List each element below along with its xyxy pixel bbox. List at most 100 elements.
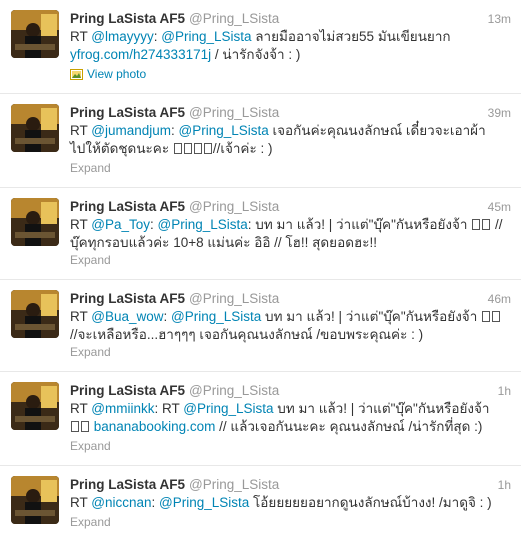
mention-link[interactable]: @Pring_LSista [158,217,248,232]
tweet-body: บท มา แล้ว! | ว่าแต่"บุ๊ค"กันหรือยังจ้า [261,309,482,324]
username[interactable]: @Pring_LSista [189,11,279,26]
tweet-body: บุ๊คทุกรอบแล้วค่ะ 10+8 แม่นค่ะ อิอิ // โ… [70,235,377,250]
tweet-body: //จะเหลือหรือ...ฮาๆๆๆ เจอกันคุณนงลักษณ์ … [70,327,424,342]
avatar[interactable] [11,476,59,524]
retweet-prefix: RT [70,217,88,232]
tweet-text: RT @Pa_Toy: @Pring_LSista: บท มา แล้ว! |… [70,216,512,252]
retweet-prefix: RT [70,29,88,44]
tweet-item[interactable]: Pring LaSista AF5 @Pring_LSista 46m RT @B… [0,280,521,372]
expand-link[interactable]: Expand [70,344,111,360]
tweet-header: Pring LaSista AF5 @Pring_LSista 45m [70,198,511,216]
avatar[interactable] [11,104,59,152]
profile-avatar-icon [11,104,59,152]
profile-avatar-icon [11,382,59,430]
tweet-header: Pring LaSista AF5 @Pring_LSista 13m [70,10,511,28]
view-photo-action[interactable]: View photo [70,66,146,82]
avatar[interactable] [11,198,59,246]
display-name[interactable]: Pring LaSista AF5 [70,11,185,26]
avatar[interactable] [11,290,59,338]
tweet-header: Pring LaSista AF5 @Pring_LSista 46m [70,290,511,308]
display-name[interactable]: Pring LaSista AF5 [70,477,185,492]
photo-icon [70,69,83,80]
timestamp[interactable]: 13m [488,10,511,28]
tweet-text: RT @lmayyyy: @Pring_LSista ลายมืออาจไม่ส… [70,28,512,64]
tweet-text: RT @niccnan: @Pring_LSista โอ้ยยยยยอยากด… [70,494,512,512]
username[interactable]: @Pring_LSista [189,383,279,398]
profile-avatar-icon [11,198,59,246]
missing-glyph-box [482,311,491,322]
missing-glyph-box [482,219,491,230]
text-separator: : [150,217,158,232]
timestamp[interactable]: 1h [498,476,511,494]
missing-glyph-box [81,421,89,432]
tweet-item[interactable]: Pring LaSista AF5 @Pring_LSista 1h RT @mm… [0,372,521,466]
expand-link[interactable]: Expand [70,252,111,268]
retweet-prefix: RT [70,401,88,416]
text-separator: : [163,309,172,324]
tweet-body: // [491,217,503,232]
tweet-item[interactable]: Pring LaSista AF5 @Pring_LSista 45m RT @P… [0,188,521,280]
expand-link[interactable]: Expand [70,514,111,530]
mention-link[interactable]: @lmayyyy [91,29,153,44]
mention-link[interactable]: @Pring_LSista [171,309,261,324]
timestamp[interactable]: 45m [488,198,511,216]
url-link[interactable]: yfrog.com/h274333171j [70,47,211,62]
tweet-item[interactable]: Pring LaSista AF5 @Pring_LSista 39m RT @j… [0,94,521,188]
expand-link[interactable]: Expand [70,160,111,176]
mention-link[interactable]: @Pring_LSista [179,123,269,138]
missing-glyph-box [71,421,79,432]
display-name[interactable]: Pring LaSista AF5 [70,383,185,398]
timestamp[interactable]: 46m [488,290,511,308]
retweet-prefix: RT [70,123,88,138]
tweet-text: RT @Bua_wow: @Pring_LSista บท มา แล้ว! |… [70,308,512,344]
timestamp[interactable]: 39m [488,104,511,122]
tweet-body: ลายมืออาจไม่สวย55 มันเขียนยาก [251,29,451,44]
mention-link[interactable]: @Pring_LSista [159,495,249,510]
missing-glyph-box [183,143,192,154]
tweet-body: / น่ารักจังจ้า : ) [211,47,301,62]
text-separator: : [171,123,179,138]
tweet-text: RT @mmiinkk: RT @Pring_LSista บท มา แล้ว… [70,400,512,436]
expand-link[interactable]: Expand [70,438,111,454]
url-link[interactable]: bananabooking.com [94,419,216,434]
profile-avatar-icon [11,476,59,524]
missing-glyph-box [173,143,182,154]
retweet-prefix: RT [70,309,88,324]
username[interactable]: @Pring_LSista [189,105,279,120]
display-name[interactable]: Pring LaSista AF5 [70,199,185,214]
tweet-body: บท มา แล้ว! | ว่าแต่"บุ๊ค"กันหรือยังจ้า [273,401,490,416]
mention-link[interactable]: @Pring_LSista [161,29,251,44]
display-name[interactable]: Pring LaSista AF5 [70,291,185,306]
tweet-item[interactable]: Pring LaSista AF5 @Pring_LSista 13m RT @l… [0,0,521,94]
mention-link[interactable]: @Pring_LSista [183,401,273,416]
avatar[interactable] [11,10,59,58]
mention-link[interactable]: @Bua_wow [91,309,163,324]
tweet-body: // แล้วเจอกันนะคะ คุณนงลักษณ์ /น่ารักที่… [215,419,483,434]
tweet-body: : บท มา แล้ว! | ว่าแต่"บุ๊ค"กันหรือยังจ้… [247,217,472,232]
timestamp[interactable]: 1h [498,382,511,400]
tweet-body: โอ้ยยยยยอยากดูนงลักษณ์บ้างง! /มาดูจิ : ) [249,495,492,510]
text-separator: : [151,495,160,510]
avatar[interactable] [11,382,59,430]
missing-glyph-box [492,311,501,322]
tweet-item[interactable]: Pring LaSista AF5 @Pring_LSista 1h RT @ni… [0,466,521,540]
profile-avatar-icon [11,10,59,58]
tweet-header: Pring LaSista AF5 @Pring_LSista 1h [70,476,511,494]
retweet-prefix: RT [70,495,88,510]
tweet-header: Pring LaSista AF5 @Pring_LSista 39m [70,104,511,122]
username[interactable]: @Pring_LSista [189,199,279,214]
mention-link[interactable]: @jumandjum [91,123,171,138]
username[interactable]: @Pring_LSista [189,477,279,492]
username[interactable]: @Pring_LSista [189,291,279,306]
mention-link[interactable]: @niccnan [91,495,151,510]
mention-link[interactable]: @Pa_Toy [91,217,150,232]
missing-glyph-box [472,219,481,230]
tweet-body: //เจ้าค่ะ : ) [212,141,273,156]
tweet-body: เจอกันค่ะคุณนงลักษณ์ เดี๋ยวจะเอาผ้า [268,123,486,138]
missing-glyph-box [203,143,212,154]
display-name[interactable]: Pring LaSista AF5 [70,105,185,120]
missing-glyph-box [193,143,202,154]
tweet-timeline: Pring LaSista AF5 @Pring_LSista 13m RT @l… [0,0,521,540]
view-photo-label[interactable]: View photo [87,67,146,81]
mention-link[interactable]: @mmiinkk [91,401,154,416]
